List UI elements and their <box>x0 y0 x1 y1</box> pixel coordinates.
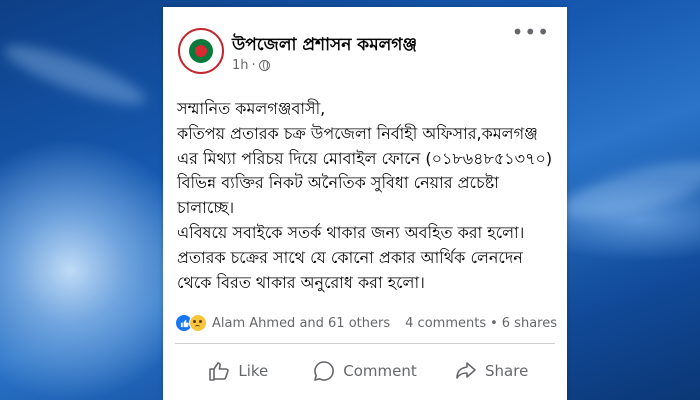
like-label: Like <box>238 362 269 380</box>
post-meta: 1h · <box>232 58 270 73</box>
share-icon <box>456 362 476 379</box>
thumbs-up-icon <box>209 362 230 381</box>
globe-icon[interactable] <box>258 60 270 71</box>
page-name[interactable]: উপজেলা প্রশাসন কমলগঞ্জ <box>232 32 417 60</box>
like-button[interactable]: Like <box>175 347 302 395</box>
shares-count[interactable]: 6 shares <box>502 316 557 331</box>
comment-icon <box>314 361 335 381</box>
background-streak <box>557 149 700 231</box>
post-card: উপজেলা প্রশাসন কমলগঞ্জ 1h · ••• সম্মানিত… <box>163 7 567 400</box>
comments-count[interactable]: 4 comments <box>405 316 486 331</box>
comment-button[interactable]: Comment <box>302 347 429 395</box>
more-options-icon[interactable]: ••• <box>512 22 550 42</box>
comment-label: Comment <box>343 362 417 380</box>
page-avatar[interactable] <box>178 28 224 74</box>
background-streak <box>0 35 151 115</box>
reactions-bar: Alam Ahmed and 61 others 4 comments • 6 … <box>175 313 557 333</box>
reactors-text[interactable]: Alam Ahmed and 61 others <box>212 316 390 331</box>
post-time[interactable]: 1h <box>232 58 249 73</box>
post-text: সম্মানিত কমলগঞ্জবাসী, কতিপয় প্রতারক চক্… <box>177 99 553 292</box>
meta-separator: · <box>251 58 256 73</box>
engagement-counts: 4 comments • 6 shares <box>405 316 557 331</box>
action-bar: Like Comment Share <box>175 347 555 395</box>
share-label: Share <box>485 362 529 380</box>
sad-icon[interactable] <box>189 314 207 332</box>
post-header: উপজেলা প্রশাসন কমলগঞ্জ 1h · ••• <box>163 7 567 87</box>
divider <box>175 343 555 344</box>
counts-separator: • <box>490 315 498 331</box>
emblem-icon <box>189 39 213 63</box>
share-button[interactable]: Share <box>428 347 555 395</box>
